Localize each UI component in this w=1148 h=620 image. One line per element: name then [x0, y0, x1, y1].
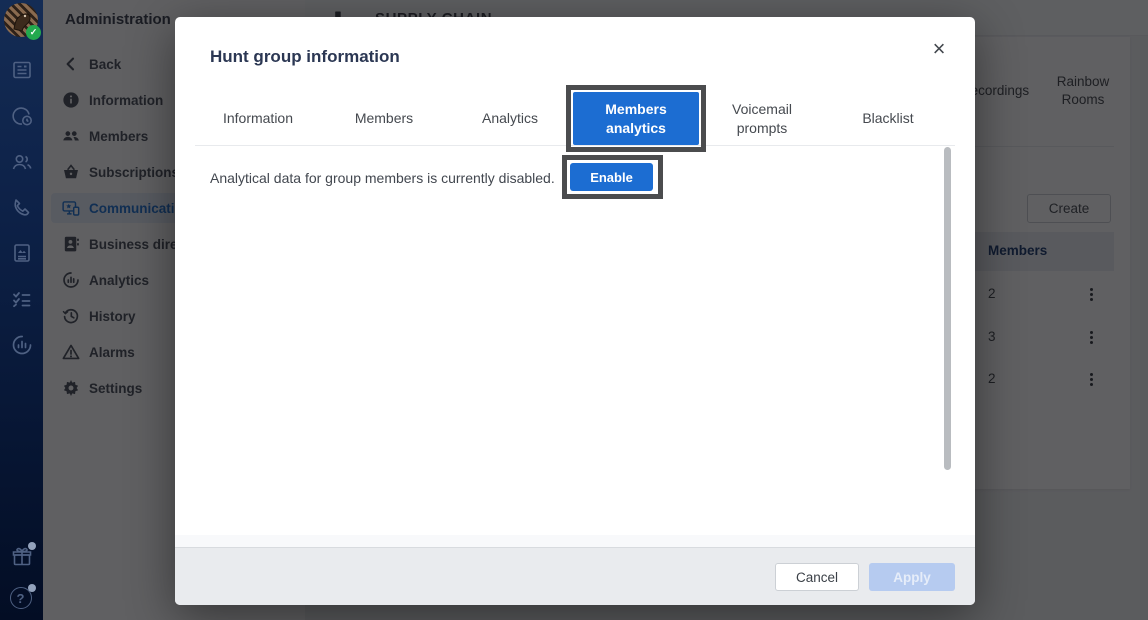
verified-badge-icon: ✓	[26, 25, 41, 40]
modal-tab-analytics[interactable]: Analytics	[447, 92, 573, 145]
help-icon[interactable]: ?	[10, 587, 34, 611]
analytics-disabled-message: Analytical data for group members is cur…	[210, 170, 555, 186]
modal-prefooter-strip	[175, 535, 975, 547]
gift-notification-dot	[28, 542, 36, 550]
cancel-button[interactable]: Cancel	[775, 563, 859, 591]
close-icon[interactable]: ×	[925, 35, 953, 63]
icon-rail: ✓	[0, 0, 43, 620]
app-root: ✓	[0, 0, 1148, 620]
annotation-box-members-analytics-tab	[566, 85, 706, 152]
documents-icon[interactable]	[10, 241, 34, 265]
modal-scrollbar-thumb[interactable]	[944, 147, 951, 470]
gift-icon[interactable]	[10, 545, 34, 569]
analytics-rail-icon[interactable]	[10, 333, 34, 357]
org-avatar[interactable]: ✓	[4, 3, 38, 37]
modal-tab-blacklist[interactable]: Blacklist	[825, 92, 951, 145]
modal-tab-voicemail-prompts[interactable]: Voicemail prompts	[699, 92, 825, 145]
annotation-box-enable-button	[562, 155, 663, 199]
modal-tab-information[interactable]: Information	[195, 92, 321, 145]
tasks-icon[interactable]	[10, 287, 34, 311]
modal-tab-members[interactable]: Members	[321, 92, 447, 145]
modal-title: Hunt group information	[210, 47, 400, 67]
apply-button[interactable]: Apply	[869, 563, 955, 591]
phone-icon[interactable]	[10, 196, 34, 220]
news-icon[interactable]	[10, 58, 34, 82]
help-notification-dot	[28, 584, 36, 592]
hunt-group-modal: Hunt group information × Information Mem…	[175, 17, 975, 605]
call-history-icon[interactable]	[10, 104, 34, 128]
modal-footer: Cancel Apply	[175, 547, 975, 605]
contacts-icon[interactable]	[10, 150, 34, 174]
